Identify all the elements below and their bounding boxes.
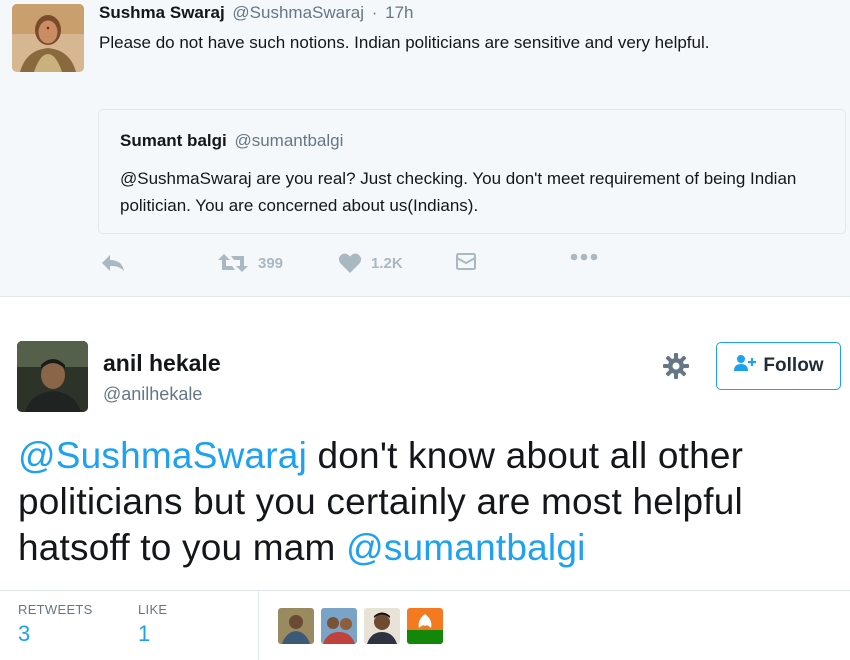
follow-button[interactable]: Follow <box>716 342 841 390</box>
tweet-stats-bar: RETWEETS 3 LIKE 1 <box>0 590 850 660</box>
liker-avatars <box>278 608 450 644</box>
liker-avatar[interactable] <box>364 608 400 644</box>
likes-value: 1 <box>138 621 151 646</box>
heart-icon <box>338 252 362 274</box>
direct-message-button[interactable] <box>456 252 476 272</box>
embedded-author-name: Sumant balgi <box>120 131 227 150</box>
direct-message-icon <box>456 252 476 272</box>
reply-icon <box>100 252 126 274</box>
avatar-sushma-swaraj[interactable] <box>12 4 84 72</box>
main-tweet-text: @SushmaSwaraj don't know about all other… <box>18 433 838 571</box>
embedded-quote-header: Sumant balgi @sumantbalgi <box>120 131 343 151</box>
retweet-button[interactable]: 399 <box>217 252 283 274</box>
retweets-stat[interactable]: RETWEETS 3 <box>18 602 93 647</box>
retweet-icon <box>217 252 249 274</box>
follow-button-label: Follow <box>763 355 824 376</box>
quoted-tweet-text: Please do not have such notions. Indian … <box>99 33 710 52</box>
embedded-quote-card[interactable]: Sumant balgi @sumantbalgi @SushmaSwaraj … <box>98 109 846 234</box>
like-count: 1.2K <box>371 254 403 272</box>
retweets-value: 3 <box>18 621 31 646</box>
liker-avatar[interactable] <box>407 608 443 644</box>
likes-label: LIKE <box>138 602 168 617</box>
like-button[interactable]: 1.2K <box>338 252 403 274</box>
likes-stat[interactable]: LIKE 1 <box>138 602 167 647</box>
embedded-quote-text: @SushmaSwaraj are you real? Just checkin… <box>120 169 797 215</box>
liker-avatar[interactable] <box>278 608 314 644</box>
tweet-timestamp[interactable]: 17h <box>385 3 413 22</box>
reply-button[interactable] <box>100 252 126 274</box>
author-name[interactable]: Sushma Swaraj <box>99 3 225 22</box>
quoted-tweet-header: Sushma Swaraj @SushmaSwaraj · 17h <box>99 3 414 23</box>
main-author-handle[interactable]: @anilhekale <box>103 384 202 405</box>
tweet-action-bar: 399 1.2K <box>100 252 620 276</box>
author-handle[interactable]: @SushmaSwaraj <box>232 3 364 22</box>
retweets-label: RETWEETS <box>18 602 93 617</box>
gear-icon[interactable] <box>662 352 690 380</box>
liker-avatar[interactable] <box>321 608 357 644</box>
more-dots-icon <box>569 252 599 262</box>
mention-link[interactable]: @sumantbalgi <box>346 527 585 568</box>
retweet-count: 399 <box>258 254 284 272</box>
quoted-tweet-container: Sushma Swaraj @SushmaSwaraj · 17h Please… <box>0 0 850 297</box>
embedded-author-handle: @sumantbalgi <box>234 131 344 150</box>
avatar-anil-hekale[interactable] <box>17 341 88 412</box>
add-user-icon <box>733 354 763 378</box>
stats-divider <box>258 591 259 660</box>
main-author-name[interactable]: anil hekale <box>103 350 221 377</box>
header-separator: · <box>371 3 378 22</box>
mention-link[interactable]: @SushmaSwaraj <box>18 435 307 476</box>
more-options-button[interactable] <box>569 252 599 262</box>
